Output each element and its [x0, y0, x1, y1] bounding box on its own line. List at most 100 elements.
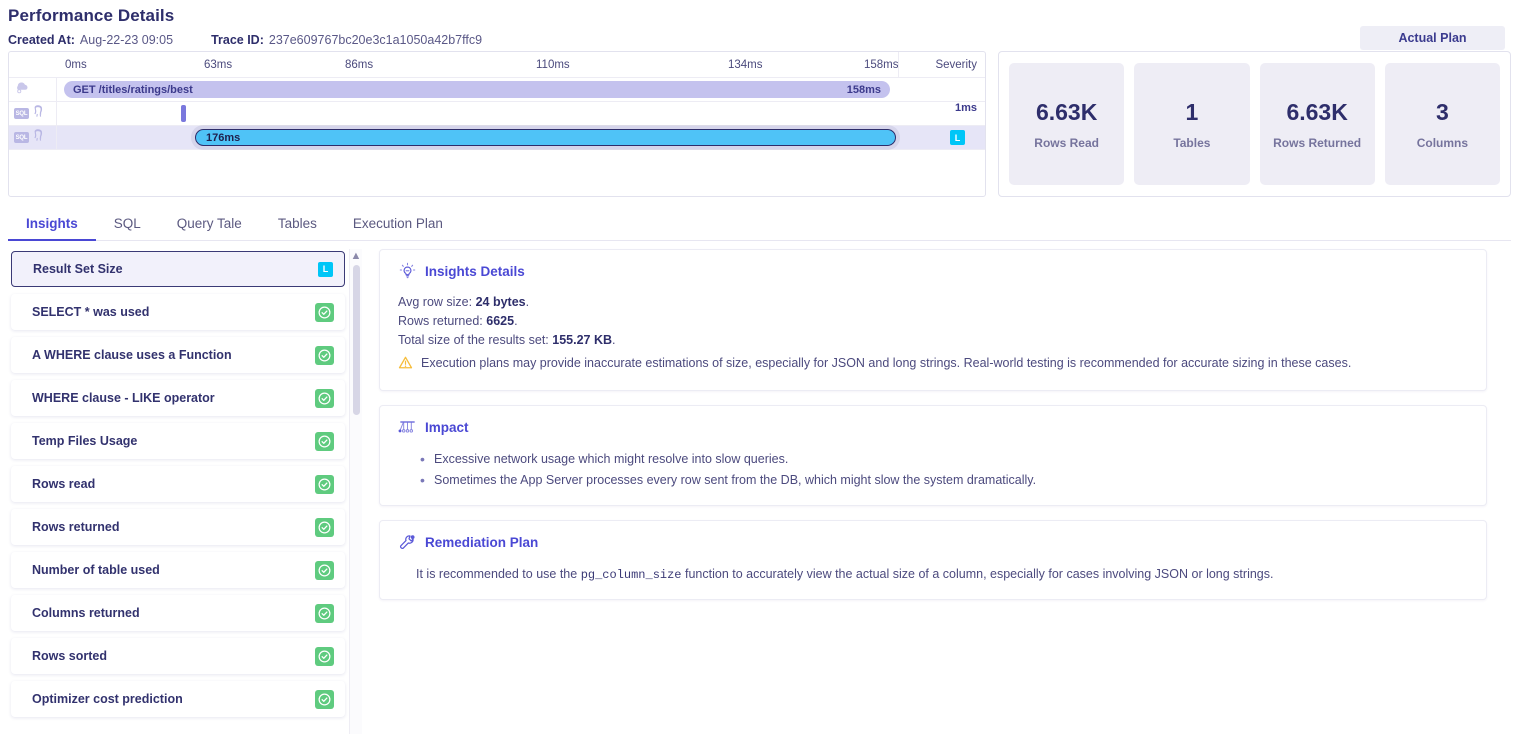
axis-tick-0: 0ms	[65, 59, 87, 71]
check-circle-icon	[315, 517, 334, 537]
newtons-cradle-icon	[398, 418, 417, 437]
remediation-text: It is recommended to use the pg_column_s…	[398, 564, 1468, 585]
row-track: 176ms L	[57, 126, 985, 149]
avg-row-size-value: 24 bytes	[475, 295, 526, 309]
stat-value: 1	[1185, 98, 1199, 125]
waterfall-row-sql-1[interactable]: SQL 1ms	[9, 102, 985, 126]
waterfall-row-sql-2-selected[interactable]: SQL 176ms L	[9, 126, 985, 150]
warning-line: Execution plans may provide inaccurate e…	[398, 354, 1468, 376]
insight-label: Temp Files Usage	[32, 434, 138, 448]
rows-returned-value: 6625	[486, 314, 515, 328]
stat-value: 3	[1435, 98, 1449, 125]
rows-returned-label: Rows returned:	[398, 314, 483, 328]
severity-cell: L	[950, 130, 965, 145]
row-track: GET /titles/ratings/best 158ms	[57, 78, 985, 101]
card-header: Insights Details	[398, 262, 1468, 281]
span-bar-sql-short[interactable]	[181, 105, 186, 122]
remediation-text-after: function to accurately view the actual s…	[685, 567, 1274, 581]
actual-plan-button[interactable]: Actual Plan	[1360, 26, 1505, 50]
insight-item-columns-returned[interactable]: Columns returned	[11, 595, 345, 631]
insight-item-result-set-size[interactable]: Result Set Size L	[11, 251, 345, 287]
span-duration: 1ms	[954, 102, 977, 114]
check-circle-icon	[315, 560, 334, 580]
stat-value: 6.63K	[1035, 98, 1098, 125]
check-circle-icon	[315, 388, 334, 408]
stat-card-tables: 1 Tables	[1134, 63, 1250, 185]
row-gutter: SQL	[9, 126, 57, 149]
insight-item-rows-sorted[interactable]: Rows sorted	[11, 638, 345, 674]
cloud-icon	[14, 81, 29, 99]
sql-badge-icon: SQL	[14, 132, 29, 143]
span-bar-http[interactable]: GET /titles/ratings/best 158ms	[64, 81, 890, 98]
insight-item-temp-files[interactable]: Temp Files Usage	[11, 423, 345, 459]
row-gutter	[9, 78, 57, 101]
severity-column-header: Severity	[935, 59, 977, 71]
axis-tick-1: 63ms	[204, 59, 233, 71]
insight-label: Optimizer cost prediction	[32, 692, 183, 706]
remediation-plan-card: Remediation Plan It is recommended to us…	[379, 520, 1487, 600]
axis-tick-2: 86ms	[345, 59, 374, 71]
insight-label: Rows sorted	[32, 649, 108, 663]
insight-item-number-of-tables[interactable]: Number of table used	[11, 552, 345, 588]
check-circle-icon	[315, 474, 334, 494]
impact-list-item: Sometimes the App Server processes every…	[420, 470, 1468, 491]
impact-list-item: Excessive network usage which might reso…	[420, 449, 1468, 470]
insights-scrollbar[interactable]: ▲	[349, 249, 362, 734]
postgres-elephant-icon	[32, 128, 46, 147]
stat-label: Tables	[1173, 135, 1211, 150]
stat-card-rows-returned: 6.63K Rows Returned	[1259, 63, 1375, 185]
insight-label: A WHERE clause uses a Function	[32, 348, 232, 362]
card-header: Impact	[398, 418, 1468, 437]
tab-insights[interactable]: Insights	[8, 216, 96, 241]
insights-column: Result Set Size L SELECT * was used A WH…	[8, 249, 363, 734]
insights-list: Result Set Size L SELECT * was used A WH…	[8, 249, 348, 734]
insight-item-where-function[interactable]: A WHERE clause uses a Function	[11, 337, 345, 373]
warning-triangle-icon	[398, 356, 413, 376]
stat-label: Rows Returned	[1273, 135, 1362, 150]
severity-badge: L	[318, 261, 333, 277]
insight-label: Rows read	[32, 477, 96, 491]
span-bar-sql-selected[interactable]: 176ms	[195, 129, 896, 146]
impact-list: Excessive network usage which might reso…	[398, 449, 1468, 491]
insight-item-where-like[interactable]: WHERE clause - LIKE operator	[11, 380, 345, 416]
remediation-code: pg_column_size	[580, 568, 682, 582]
scrollbar-thumb[interactable]	[353, 265, 360, 415]
span-duration: 158ms	[846, 83, 881, 96]
impact-card: Impact Excessive network usage which mig…	[379, 405, 1487, 506]
waterfall-axis: 0ms 63ms 86ms 110ms 134ms 158ms Severity	[9, 52, 985, 78]
trace-id-label: Trace ID:	[211, 33, 264, 47]
check-circle-icon	[315, 603, 334, 623]
stat-label: Columns	[1416, 135, 1469, 150]
insight-item-rows-read[interactable]: Rows read	[11, 466, 345, 502]
stat-card-columns: 3 Columns	[1384, 63, 1500, 185]
avg-row-size-label: Avg row size:	[398, 295, 473, 309]
card-title: Impact	[425, 420, 469, 435]
tab-execution-plan[interactable]: Execution Plan	[335, 216, 461, 240]
tab-query-tale[interactable]: Query Tale	[159, 216, 260, 240]
tab-sql[interactable]: SQL	[96, 216, 159, 240]
total-size-value: 155.27 KB	[552, 333, 613, 347]
total-size-line: Total size of the results set: 155.27 KB…	[398, 333, 616, 347]
page-header: Performance Details Created At: Aug-22-2…	[0, 0, 1519, 50]
card-header: Remediation Plan	[398, 533, 1468, 552]
sql-badge-icon: SQL	[14, 108, 29, 119]
insights-details-card: Insights Details Avg row size: 24 bytes.…	[379, 249, 1487, 391]
span-label: GET /titles/ratings/best	[73, 83, 193, 96]
check-circle-icon	[315, 689, 334, 709]
avg-row-size-line: Avg row size: 24 bytes.	[398, 295, 530, 309]
waterfall-row-http[interactable]: GET /titles/ratings/best 158ms	[9, 78, 985, 102]
insight-item-optimizer-cost[interactable]: Optimizer cost prediction	[11, 681, 345, 717]
query-stats-panel: 6.63K Rows Read 1 Tables 6.63K Rows Retu…	[998, 51, 1511, 197]
tab-tables[interactable]: Tables	[260, 216, 335, 240]
insight-item-rows-returned[interactable]: Rows returned	[11, 509, 345, 545]
content-area: Result Set Size L SELECT * was used A WH…	[0, 241, 1519, 734]
insight-item-select-star[interactable]: SELECT * was used	[11, 294, 345, 330]
stat-value: 6.63K	[1286, 98, 1348, 125]
axis-tick-4: 134ms	[728, 59, 763, 71]
axis-tick-3: 110ms	[536, 59, 570, 71]
meta-row: Created At: Aug-22-23 09:05 Trace ID: 23…	[8, 33, 1511, 47]
check-circle-icon	[315, 345, 334, 365]
created-at-value: Aug-22-23 09:05	[79, 33, 174, 47]
insight-label: WHERE clause - LIKE operator	[32, 391, 215, 405]
wrench-icon	[398, 533, 417, 552]
